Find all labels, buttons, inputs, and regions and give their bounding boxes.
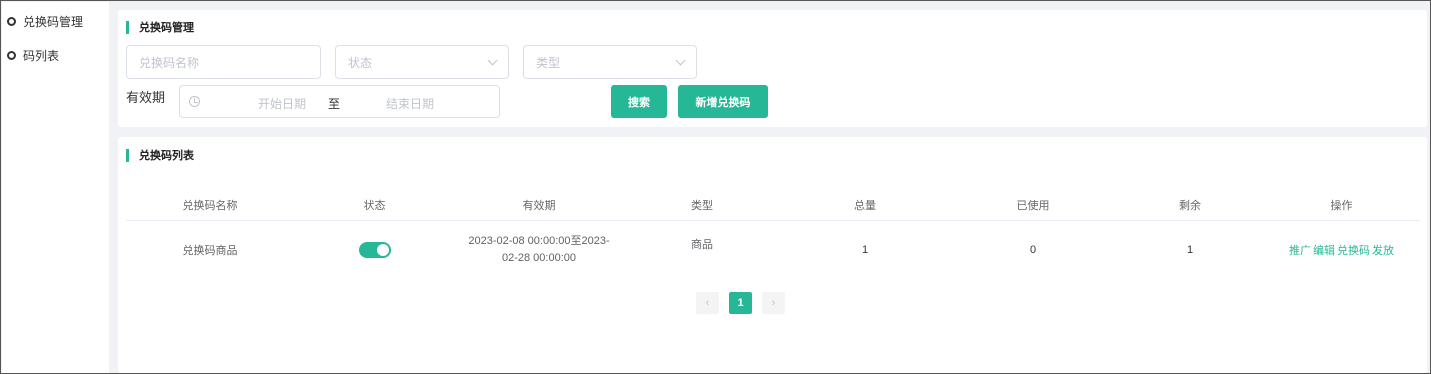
title-accent-bar [126,148,129,162]
date-range-picker[interactable]: 开始日期 至 结束日期 [179,85,500,118]
filter-section-title-text: 兑换码管理 [139,22,194,34]
valid-period-line2: 02-28 00:00:00 [501,251,576,264]
add-redeem-code-button[interactable]: 新增兑换码 [678,85,768,118]
cell-type: 商品 [691,239,713,251]
list-section-title: 兑换码列表 [126,147,194,163]
end-date-placeholder: 结束日期 [385,97,434,111]
start-date-placeholder: 开始日期 [257,97,306,111]
cell-used: 0 [1029,243,1037,256]
sidebar-item-label: 兑换码管理 [23,14,84,29]
promote-link[interactable]: 推广 [1289,242,1311,258]
sidebar-item-code-list[interactable]: 码列表 [2,38,59,72]
chevron-down-icon [675,55,686,66]
cell-name: 兑换码商品 [182,244,238,257]
list-section-title-text: 兑换码列表 [139,150,194,162]
code-name-placeholder: 兑换码名称 [139,55,200,70]
cell-remaining: 1 [1186,243,1194,256]
cell-total: 1 [861,243,869,256]
list-panel: 兑换码列表 兑换码名称 状态 有效期 类型 总量 已使用 剩余 操作 兑换码商品… [118,137,1427,373]
page-number-button[interactable]: 1 [729,292,752,314]
range-separator: 至 [328,97,341,111]
type-placeholder: 类型 [536,55,561,70]
filter-section-title: 兑换码管理 [126,19,194,35]
status-placeholder: 状态 [348,55,373,70]
status-toggle[interactable] [358,241,391,258]
status-select[interactable]: 状态 [335,45,509,79]
clock-icon [189,96,200,107]
filter-panel: 兑换码管理 兑换码名称 状态 类型 有效期 开始日期 至 结束日期 搜索 新增兑… [118,10,1427,127]
toggle-knob [376,243,389,256]
search-button[interactable]: 搜索 [611,85,667,118]
column-header-name: 兑换码名称 [182,200,238,212]
column-header-remaining: 剩余 [1179,200,1201,212]
redeem-code-link[interactable]: 兑换码 [1337,242,1370,258]
sidebar-item-label: 码列表 [23,48,60,63]
column-header-status: 状态 [363,200,386,212]
cell-valid-period: 2023-02-08 00:00:00至2023- 02-28 00:00:00 [455,222,623,277]
sidebar: 兑换码管理 码列表 [2,2,109,373]
cell-actions: 推广 编辑 兑换码 发放 [1263,222,1420,277]
chevron-down-icon [487,55,498,66]
table-header: 兑换码名称 状态 有效期 类型 总量 已使用 剩余 操作 [126,190,1420,221]
valid-period-label: 有效期 [126,90,166,105]
distribute-link[interactable]: 发放 [1372,242,1394,258]
prev-page-button[interactable]: ‹ [696,292,719,314]
valid-period-line1: 2023-02-08 00:00:00至2023- [468,234,610,247]
column-header-used: 已使用 [1016,200,1050,212]
column-header-actions: 操作 [1330,200,1353,212]
type-select[interactable]: 类型 [523,45,697,79]
sidebar-item-redeem-code-manage[interactable]: 兑换码管理 [2,4,83,38]
pagination: ‹ 1 › [696,292,785,314]
column-header-valid-period: 有效期 [522,200,556,212]
column-header-type: 类型 [691,200,713,212]
next-page-button[interactable]: › [762,292,785,314]
app-frame: 兑换码管理 码列表 兑换码管理 兑换码名称 状态 类型 有效期 开始日期 至 结… [0,0,1431,374]
cell-status [294,222,455,277]
edit-link[interactable]: 编辑 [1313,242,1335,258]
circle-icon [7,50,16,60]
table-row: 兑换码商品 2023-02-08 00:00:00至2023- 02-28 00… [126,222,1420,277]
circle-icon [7,16,16,26]
code-name-input[interactable]: 兑换码名称 [126,45,321,79]
column-header-total: 总量 [854,200,876,212]
title-accent-bar [126,20,129,34]
